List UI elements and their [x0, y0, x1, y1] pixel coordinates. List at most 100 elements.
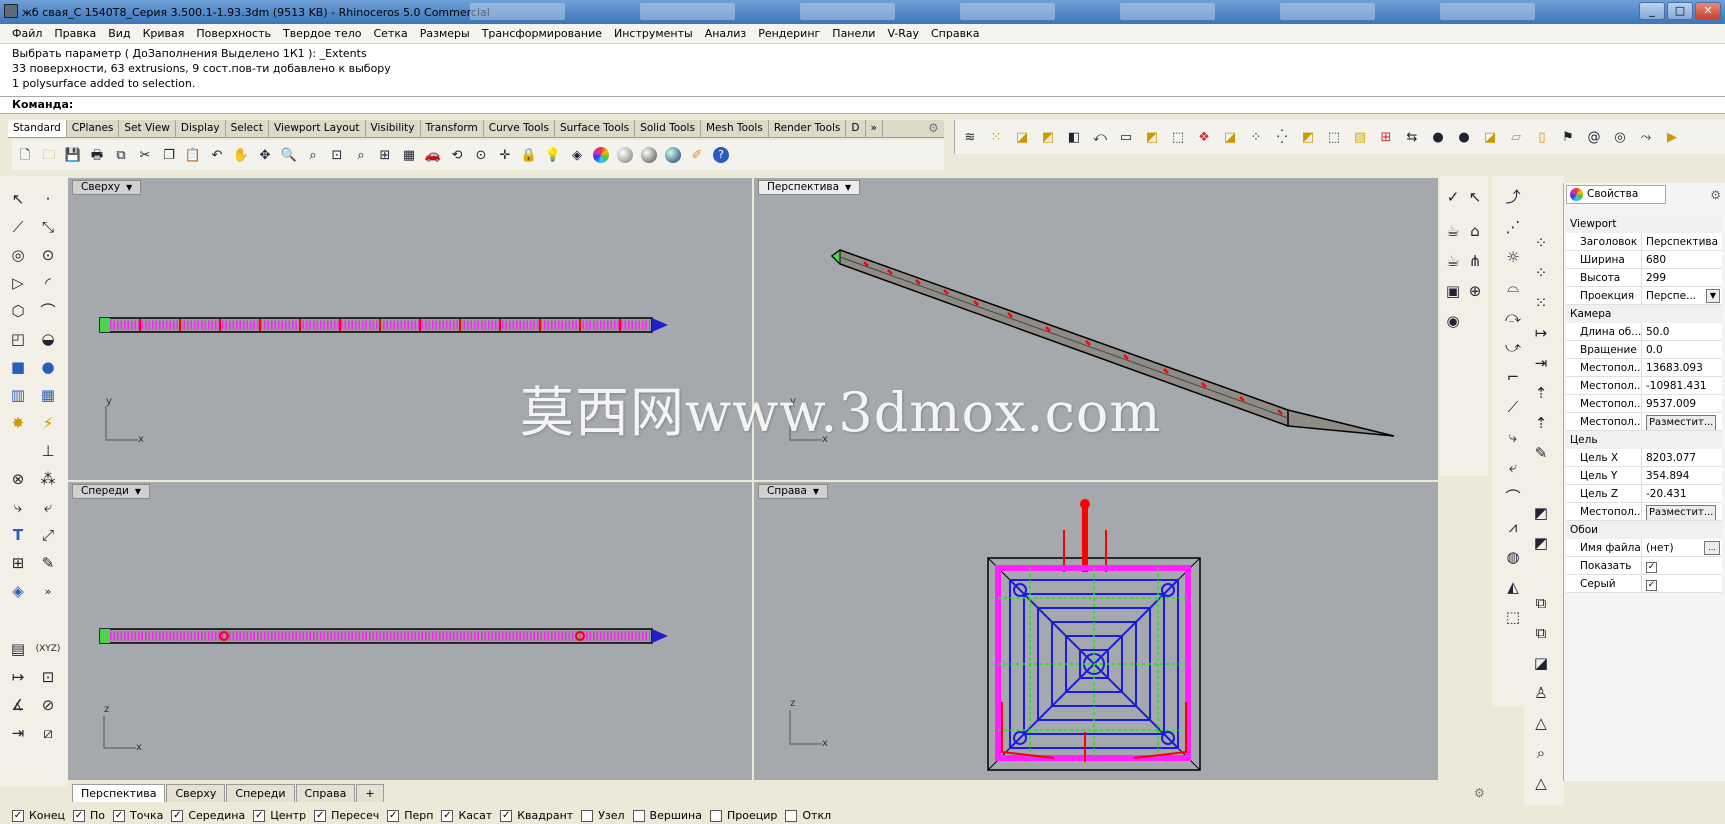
rectangle-icon[interactable]: ▷	[4, 270, 32, 296]
menu-file[interactable]: Файл	[6, 27, 48, 40]
prop-target-y-value[interactable]: 354.894	[1642, 467, 1722, 484]
prop-projection-select[interactable]: Перспе... ▼	[1642, 287, 1722, 304]
tab-select[interactable]: Select	[226, 120, 270, 137]
rhino-app-icon[interactable]	[4, 4, 18, 18]
film-icon[interactable]: ◎	[1609, 126, 1631, 148]
box-tool-icon[interactable]: ◪	[1011, 126, 1033, 148]
prop-location-x-value[interactable]: 13683.093	[1642, 359, 1722, 376]
tab-solid-tools[interactable]: Solid Tools	[635, 120, 701, 137]
select-arrow-icon[interactable]: ↖	[4, 186, 32, 212]
osnap-checkbox[interactable]: ✓	[73, 809, 85, 822]
menu-panels[interactable]: Панели	[826, 27, 881, 40]
radius-icon[interactable]: ⊘	[34, 692, 62, 718]
layer-icon[interactable]: ◈	[566, 144, 588, 166]
prop-width-value[interactable]: 680	[1642, 251, 1722, 268]
edit-icon[interactable]: ✎	[34, 550, 62, 576]
cubes-icon[interactable]: ⧉	[1530, 592, 1552, 614]
ellipse-icon[interactable]: ⊙	[34, 242, 62, 268]
polyline-icon[interactable]: ⟋	[4, 214, 32, 240]
point-icon[interactable]: ·	[34, 186, 62, 212]
viewport-tab-front[interactable]: Спереди	[226, 784, 295, 802]
new-icon[interactable]: 🗋	[14, 144, 36, 166]
rotate-view-icon[interactable]: ✥	[254, 144, 276, 166]
close-button[interactable]: ✕	[1695, 2, 1721, 20]
menu-vray[interactable]: V-Ray	[881, 27, 925, 40]
person-icon[interactable]: ♙	[1530, 682, 1552, 704]
arc-icon[interactable]: ◜	[34, 270, 62, 296]
box-edit-icon[interactable]: ◧	[1063, 126, 1085, 148]
place-camera-button[interactable]: Разместит...	[1646, 415, 1717, 430]
paint-icon[interactable]: ✎	[1530, 442, 1552, 464]
viewport-tab-right[interactable]: Справа	[295, 784, 356, 802]
pan-icon[interactable]: ✋	[230, 144, 252, 166]
fillet-curve-icon[interactable]: ⌐	[1502, 366, 1524, 388]
osnap-checkbox[interactable]: ✓	[12, 809, 24, 822]
box-yellow-icon[interactable]: ◪	[1219, 126, 1241, 148]
grid-points-icon[interactable]: ⁘	[1245, 126, 1267, 148]
tab-transform[interactable]: Transform	[421, 120, 484, 137]
split-icon[interactable]: ⚡	[34, 410, 62, 436]
grass-icon[interactable]: ⋔	[1464, 250, 1486, 272]
note-icon[interactable]: ▯	[1531, 126, 1553, 148]
curve-tool-icon[interactable]: ≋	[959, 126, 981, 148]
surface-icon[interactable]: ◰	[4, 326, 32, 352]
flag-icon[interactable]: ⚑	[1557, 126, 1579, 148]
lock-icon[interactable]: 🔒	[518, 144, 540, 166]
render-sphere-icon[interactable]	[662, 144, 684, 166]
osnap-checkbox[interactable]: ✓	[253, 809, 266, 822]
toolbar-gear-icon[interactable]: ⚙	[928, 121, 939, 135]
dimension-icon[interactable]: ↦	[4, 664, 32, 690]
sweep-icon[interactable]: ◭	[1502, 576, 1524, 598]
osnap-checkbox[interactable]: ✓	[387, 809, 400, 822]
point-grid-icon-2[interactable]: ⁘	[1530, 262, 1552, 284]
menu-surface[interactable]: Поверхность	[190, 27, 277, 40]
maximize-button[interactable]: □	[1667, 2, 1693, 20]
teapot-shaded-icon[interactable]: ☕	[1442, 250, 1464, 272]
viewport-tab-top[interactable]: Сверху	[166, 784, 226, 802]
curve-arrow-icon[interactable]: ⤳	[1635, 126, 1657, 148]
zoom-selected-icon[interactable]: ⌕	[350, 144, 372, 166]
search-pin-icon[interactable]: ⌕	[1530, 742, 1552, 764]
viewport-tab-perspective[interactable]: Перспектива	[72, 784, 166, 802]
arrows-icon[interactable]: ⇆	[1401, 126, 1423, 148]
extend-curve-icon[interactable]: ⌒	[1502, 486, 1524, 508]
import-icon[interactable]: ⧉	[110, 144, 132, 166]
paste-icon[interactable]: 📋	[182, 144, 204, 166]
menu-dimension[interactable]: Размеры	[414, 27, 476, 40]
curve-edit-icon[interactable]: ⤴	[1502, 186, 1524, 208]
transform-icon[interactable]: ⤢	[34, 522, 62, 548]
menu-edit[interactable]: Правка	[48, 27, 102, 40]
osnap-checkbox[interactable]	[581, 809, 594, 822]
point-grid-icon[interactable]: ⁘	[1530, 232, 1552, 254]
menu-solid[interactable]: Твердое тело	[277, 27, 368, 40]
plane-icon[interactable]: ▱	[1505, 126, 1527, 148]
osnap-checkbox[interactable]	[632, 809, 645, 822]
spheres-icon[interactable]: ●	[1427, 126, 1449, 148]
gray-wallpaper-checkbox[interactable]: ✓	[1646, 580, 1657, 591]
text-icon[interactable]: T	[4, 522, 32, 548]
four-viewports-icon[interactable]: ▦	[398, 144, 420, 166]
chevron-down-icon[interactable]: ▼	[1706, 289, 1720, 303]
rotate-icon[interactable]: ⟲	[446, 144, 468, 166]
left-toolbar-more[interactable]: »	[34, 578, 62, 604]
cube-red-icon[interactable]: ◩	[1530, 502, 1552, 524]
align-icon[interactable]: ⇥	[1530, 352, 1552, 374]
prop-location-z-value[interactable]: 9537.009	[1642, 395, 1722, 412]
open-icon[interactable]: 🗀	[38, 144, 60, 166]
shade-icon[interactable]	[638, 144, 660, 166]
vector-2-icon[interactable]: ⇡	[1530, 412, 1552, 434]
rebuild-icon[interactable]: ⤻	[1502, 336, 1524, 358]
extend-icon[interactable]: ⊥	[34, 438, 62, 464]
box-icon[interactable]: ■	[4, 354, 32, 380]
dimension-angle-icon[interactable]: ⊡	[34, 664, 62, 690]
osnap-checkbox[interactable]: ✓	[314, 809, 327, 822]
cube-icon[interactable]: ⬚	[1167, 126, 1189, 148]
cut-icon[interactable]: ✂	[134, 144, 156, 166]
place-target-button[interactable]: Разместит...	[1646, 505, 1717, 520]
circle-icon[interactable]: ◎	[4, 242, 32, 268]
osnap-checkbox[interactable]	[710, 809, 722, 822]
text-tool-icon[interactable]: ▭	[1115, 126, 1137, 148]
tab-drafting[interactable]: D	[846, 120, 866, 137]
copy-icon[interactable]: ❐	[158, 144, 180, 166]
osnap-checkbox[interactable]: ✓	[113, 809, 126, 822]
